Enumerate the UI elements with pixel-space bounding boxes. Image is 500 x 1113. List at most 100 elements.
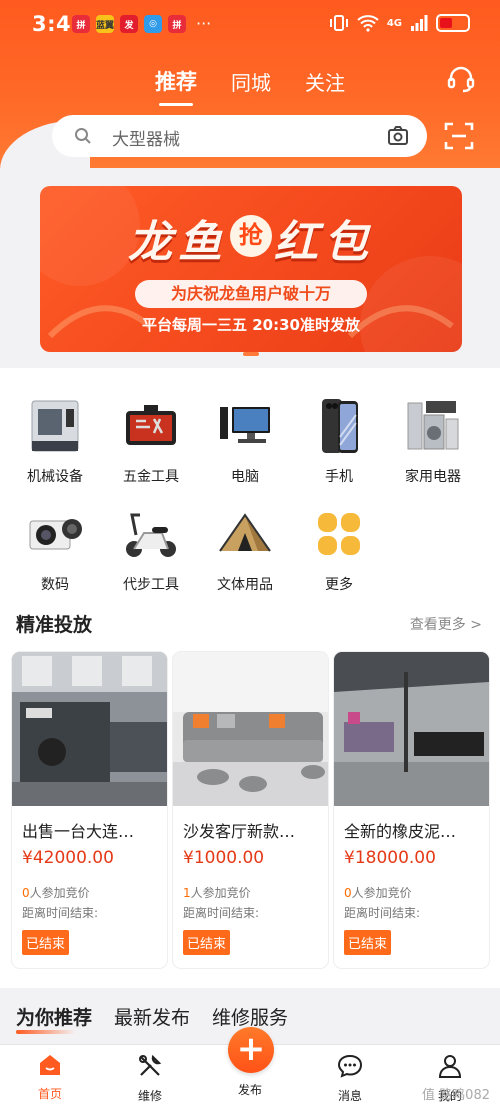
scooter-icon bbox=[121, 504, 181, 564]
search-input[interactable]: 大型器械 bbox=[112, 125, 180, 150]
tab-repair-service[interactable]: 维修服务 bbox=[212, 1003, 288, 1030]
top-tabs: 推荐 同城 关注 bbox=[155, 66, 345, 96]
category-appliance[interactable]: 家用电器 bbox=[388, 396, 478, 486]
battery-level bbox=[440, 18, 452, 28]
notification-icons: 拼 蓝翼 发 ◎ 拼 ··· bbox=[72, 15, 211, 33]
nav-label: 维修 bbox=[137, 1089, 162, 1103]
appliance-icon bbox=[403, 396, 463, 456]
category-label: 文体用品 bbox=[217, 577, 273, 593]
status-badge: 已结束 bbox=[22, 930, 70, 955]
product-name: 出售一台大连… bbox=[22, 822, 135, 841]
category-machinery[interactable]: 机械设备 bbox=[10, 396, 100, 486]
tab-follow[interactable]: 关注 bbox=[305, 67, 345, 96]
product-price: ¥18000.00 bbox=[344, 848, 436, 868]
tent-icon bbox=[215, 504, 275, 564]
battery-icon bbox=[436, 14, 470, 32]
system-icons: 4G bbox=[329, 14, 470, 32]
product-card[interactable]: 沙发客厅新款… ¥1000.00 1人参加竞价 距离时间结束: 已结束 bbox=[173, 652, 328, 968]
category-label: 手机 bbox=[325, 469, 353, 485]
banner-schedule: 平台每周一三五 20:30准时发放 bbox=[142, 316, 360, 334]
status-bar: 3:43 拼 蓝翼 发 ◎ 拼 ··· 4G bbox=[0, 0, 500, 52]
precise-section: 精准投放 查看更多 > 出售一台大连… ¥42000.00 0人参加竞价 距离时… bbox=[0, 600, 500, 988]
more-grid-icon bbox=[309, 504, 369, 564]
category-label: 五金工具 bbox=[123, 469, 179, 485]
product-name: 沙发客厅新款… bbox=[183, 822, 296, 841]
message-icon bbox=[337, 1054, 363, 1078]
vibrate-icon bbox=[329, 15, 348, 31]
recommend-tabs: 为你推荐 最新发布 维修服务 bbox=[16, 1003, 288, 1034]
publish-plus-icon[interactable]: + bbox=[228, 1027, 274, 1073]
banner-indicator bbox=[243, 352, 259, 356]
pdd-app-icon: 拼 bbox=[72, 15, 90, 33]
banner-subtitle: 为庆祝龙鱼用户破十万 bbox=[135, 280, 367, 308]
product-image-sofa bbox=[173, 652, 328, 806]
category-phone[interactable]: 手机 bbox=[294, 396, 384, 486]
category-label: 代步工具 bbox=[123, 577, 179, 593]
nav-publish[interactable]: 发布 bbox=[220, 1081, 280, 1098]
category-label: 机械设备 bbox=[27, 469, 83, 485]
product-card[interactable]: 出售一台大连… ¥42000.00 0人参加竞价 距离时间结束: 已结束 bbox=[12, 652, 167, 968]
nav-repair[interactable]: 维修 bbox=[120, 1053, 180, 1104]
status-badge: 已结束 bbox=[183, 930, 231, 955]
pdd-app-icon-2: 拼 bbox=[168, 15, 186, 33]
profile-icon bbox=[438, 1055, 462, 1078]
category-scooter[interactable]: 代步工具 bbox=[106, 504, 196, 594]
banner-title: 龙鱼抢红包 bbox=[40, 206, 462, 270]
bid-text: 人参加竞价 bbox=[351, 886, 412, 900]
bid-info: 0人参加竞价 bbox=[22, 884, 90, 901]
scan-icon[interactable] bbox=[444, 121, 474, 151]
tab-for-you[interactable]: 为你推荐 bbox=[16, 1003, 92, 1034]
category-label: 电脑 bbox=[231, 469, 259, 485]
category-grid: 机械设备 五金工具 电脑 手机 家用电器 数码 代步工具 文体用品 更多 bbox=[0, 368, 500, 600]
more-notifications-icon: ··· bbox=[196, 14, 212, 33]
bid-text: 人参加竞价 bbox=[29, 886, 90, 900]
tab-latest[interactable]: 最新发布 bbox=[114, 1003, 190, 1030]
view-more-link[interactable]: 查看更多 > bbox=[410, 614, 482, 634]
countdown-label: 距离时间结束: bbox=[22, 906, 99, 920]
banner-title-left: 龙鱼 bbox=[128, 217, 228, 268]
nav-label: 消息 bbox=[337, 1089, 362, 1103]
status-badge: 已结束 bbox=[344, 930, 392, 955]
category-computer[interactable]: 电脑 bbox=[200, 396, 290, 486]
blue-app-icon: 蓝翼 bbox=[96, 15, 114, 33]
product-card[interactable]: 全新的橡皮泥… ¥18000.00 0人参加竞价 距离时间结束: 已结束 bbox=[334, 652, 489, 968]
product-image-hall bbox=[334, 652, 489, 806]
search-bar[interactable]: 大型器械 bbox=[52, 115, 427, 157]
promo-banner[interactable]: 龙鱼抢红包 为庆祝龙鱼用户破十万 平台每周一三五 20:30准时发放 bbox=[40, 186, 462, 352]
repair-tools-icon bbox=[139, 1054, 162, 1076]
camera-search-icon[interactable] bbox=[387, 125, 409, 147]
category-digital[interactable]: 数码 bbox=[10, 504, 100, 594]
category-more[interactable]: 更多 bbox=[294, 504, 384, 594]
banner-title-mid: 抢 bbox=[230, 215, 272, 257]
bid-count: 1 bbox=[183, 886, 191, 900]
product-image-lathe bbox=[12, 652, 167, 806]
category-sports[interactable]: 文体用品 bbox=[200, 504, 290, 594]
bid-info: 0人参加竞价 bbox=[344, 884, 412, 901]
nav-label: 发布 bbox=[237, 1083, 262, 1097]
customer-service-icon[interactable] bbox=[446, 64, 476, 94]
countdown-label: 距离时间结束: bbox=[183, 906, 260, 920]
round-app-icon: ◎ bbox=[144, 15, 162, 33]
tab-recommend[interactable]: 推荐 bbox=[155, 66, 197, 96]
category-label: 更多 bbox=[325, 577, 353, 593]
nav-messages[interactable]: 消息 bbox=[320, 1053, 380, 1104]
category-hardware[interactable]: 五金工具 bbox=[106, 396, 196, 486]
cnc-machine-icon bbox=[25, 396, 85, 456]
computer-icon bbox=[215, 396, 275, 456]
bid-count: 0 bbox=[22, 886, 30, 900]
bid-info: 1人参加竞价 bbox=[183, 884, 251, 901]
fa-app-icon: 发 bbox=[120, 15, 138, 33]
countdown-label: 距离时间结束: bbox=[344, 906, 421, 920]
product-price: ¥1000.00 bbox=[183, 848, 265, 868]
section-title: 精准投放 bbox=[16, 614, 93, 636]
search-icon bbox=[75, 128, 91, 144]
nav-home[interactable]: 首页 bbox=[20, 1053, 80, 1102]
wifi-icon bbox=[357, 15, 379, 32]
bid-text: 人参加竞价 bbox=[190, 886, 251, 900]
bid-count: 0 bbox=[344, 886, 352, 900]
product-price: ¥42000.00 bbox=[22, 848, 114, 868]
category-label: 家用电器 bbox=[405, 469, 461, 485]
nav-label: 首页 bbox=[37, 1087, 62, 1101]
phone-icon bbox=[309, 396, 369, 456]
tab-local[interactable]: 同城 bbox=[231, 67, 271, 96]
